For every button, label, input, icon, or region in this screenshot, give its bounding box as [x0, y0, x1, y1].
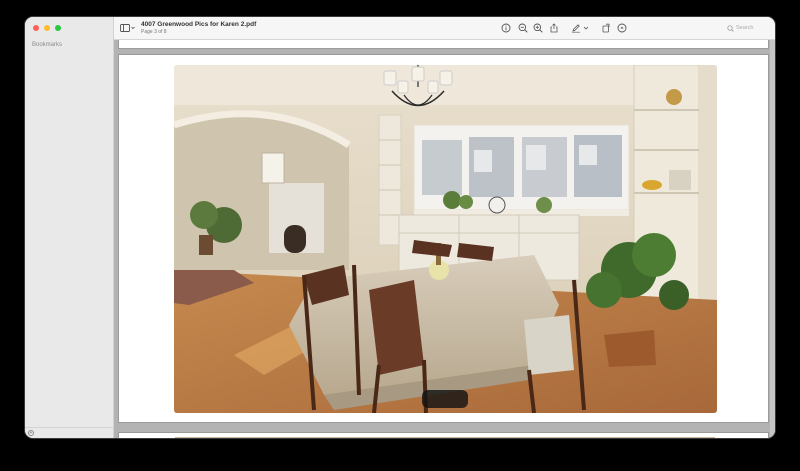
window-controls — [33, 25, 61, 31]
previous-page — [118, 40, 769, 49]
next-page — [118, 432, 769, 438]
minimize-window-button[interactable] — [44, 25, 50, 31]
info-button[interactable] — [500, 22, 512, 34]
zoom-out-icon — [518, 23, 528, 33]
sidebar: Bookmarks + — [25, 17, 114, 438]
info-icon — [501, 23, 511, 33]
preview-window: Bookmarks + 4007 Greenwood Pics for Kare… — [24, 16, 776, 439]
sidebar-footer: + — [25, 427, 113, 438]
maximize-window-button[interactable] — [55, 25, 61, 31]
current-page — [118, 54, 769, 423]
page-scroll-indicator[interactable] — [422, 390, 468, 408]
dining-room-photo — [174, 65, 717, 413]
chevron-down-icon — [583, 26, 589, 30]
document-viewer[interactable] — [114, 40, 775, 438]
zoom-in-button[interactable] — [532, 22, 544, 34]
sidebar-title: Bookmarks — [32, 42, 63, 48]
page-indicator: Page 3 of 8 — [141, 29, 167, 35]
share-icon — [550, 23, 558, 33]
rotate-icon — [602, 23, 610, 33]
annotate-button[interactable] — [616, 22, 628, 34]
next-page-image-edge — [175, 437, 715, 438]
zoom-out-button[interactable] — [517, 22, 529, 34]
vertical-scrollbar[interactable] — [770, 40, 775, 438]
toolbar: 4007 Greenwood Pics for Karen 2.pdf Page… — [114, 17, 775, 40]
add-bookmark-icon[interactable]: + — [28, 430, 34, 436]
zoom-in-icon — [533, 23, 543, 33]
sidebar-toggle-button[interactable] — [120, 22, 136, 34]
markup-pen-icon — [572, 24, 580, 33]
share-button[interactable] — [548, 22, 560, 34]
page-photo — [174, 65, 717, 413]
annotate-icon — [617, 23, 627, 33]
document-title: 4007 Greenwood Pics for Karen 2.pdf — [141, 21, 257, 28]
markup-button[interactable] — [570, 22, 582, 34]
search-field[interactable]: Search — [727, 22, 767, 34]
close-window-button[interactable] — [33, 25, 39, 31]
search-icon — [727, 24, 734, 32]
markup-menu-button[interactable] — [583, 22, 589, 34]
sidebar-toggle-icon — [120, 24, 135, 32]
search-placeholder: Search — [736, 25, 754, 31]
rotate-button[interactable] — [600, 22, 612, 34]
